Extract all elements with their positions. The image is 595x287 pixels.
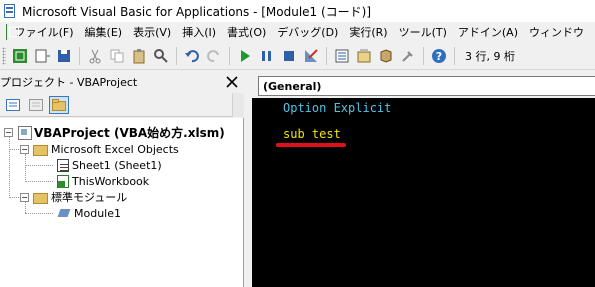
menu-edit[interactable]: 編集(E) xyxy=(85,24,123,40)
vbaproject-icon xyxy=(17,125,32,140)
module-icon xyxy=(57,207,71,219)
tree-node-thisworkbook[interactable]: ThisWorkbook xyxy=(57,173,149,189)
cursor-position: 3 行, 9 桁 xyxy=(465,49,515,63)
find-icon[interactable] xyxy=(152,47,170,65)
folder-icon xyxy=(33,144,48,156)
save-icon[interactable] xyxy=(55,47,73,65)
worksheet-icon xyxy=(57,158,69,172)
close-project-panel-button[interactable] xyxy=(222,73,242,91)
toolbar-grip[interactable] xyxy=(2,46,6,65)
toggle-folders-icon[interactable] xyxy=(49,95,69,114)
project-tree: − VBAProject (VBA始め方.xlsm) − Microsoft E… xyxy=(0,118,244,287)
menu-insert[interactable]: 挿入(I) xyxy=(182,24,216,40)
tree-node-excel-objects[interactable]: − Microsoft Excel Objects xyxy=(20,141,179,157)
toolbar-separator xyxy=(79,46,80,65)
toolbar-separator xyxy=(176,46,177,65)
menu-view[interactable]: 表示(V) xyxy=(133,24,171,40)
vba-app-icon[interactable] xyxy=(2,3,18,19)
run-icon[interactable] xyxy=(236,47,254,65)
standard-toolbar: ? 3 行, 9 桁 xyxy=(0,42,595,70)
object-combo[interactable]: (General) xyxy=(258,76,595,96)
object-combo-value: (General) xyxy=(263,79,322,93)
collapse-icon[interactable]: − xyxy=(20,144,29,154)
tree-label-thisworkbook: ThisWorkbook xyxy=(72,174,150,188)
paste-icon[interactable] xyxy=(130,47,148,65)
undo-icon[interactable] xyxy=(183,47,201,65)
menu-addins[interactable]: アドイン(A) xyxy=(458,24,518,40)
copy-icon[interactable] xyxy=(108,47,126,65)
panel-splitter[interactable] xyxy=(244,72,252,287)
code-window-header: (General) xyxy=(252,72,595,98)
menu-bar: ファイル(F) 編集(E) 表示(V) 挿入(I) 書式(O) デバッグ(D) … xyxy=(0,22,595,42)
project-panel-title: プロジェクト - VBAProject xyxy=(0,72,244,92)
tree-label-excel-objects: Microsoft Excel Objects xyxy=(51,142,179,156)
object-browser-icon[interactable] xyxy=(377,47,395,65)
project-panel-scrollbar[interactable] xyxy=(232,93,244,117)
properties-icon[interactable] xyxy=(355,47,373,65)
excel-view-icon[interactable] xyxy=(6,24,15,40)
tree-node-vbaproject[interactable]: − VBAProject (VBA始め方.xlsm) xyxy=(4,124,225,140)
collapse-icon[interactable]: − xyxy=(20,192,29,202)
svg-text:?: ? xyxy=(436,50,442,63)
project-panel-toolbar xyxy=(0,93,244,117)
project-explorer-icon[interactable] xyxy=(333,47,351,65)
tree-label-modules: 標準モジュール xyxy=(51,191,128,204)
annotation-underline xyxy=(276,143,346,147)
project-panel-title-text: プロジェクト - VBAProject xyxy=(0,76,138,89)
workbook-icon xyxy=(57,174,69,188)
toolbar-separator xyxy=(326,46,327,65)
tree-label-module1: Module1 xyxy=(74,206,121,220)
excel-view-icon[interactable] xyxy=(11,47,29,65)
toolbar-separator xyxy=(229,46,230,65)
view-object-icon[interactable] xyxy=(26,96,46,114)
toolbar-separator xyxy=(423,46,424,65)
code-editor[interactable]: Option Explicit sub test xyxy=(252,98,595,287)
code-line-1[interactable]: Option Explicit xyxy=(283,101,391,115)
tree-node-modules[interactable]: − 標準モジュール xyxy=(20,189,127,205)
tree-label-sheet1: Sheet1 (Sheet1) xyxy=(72,158,162,172)
break-icon[interactable] xyxy=(258,47,276,65)
toolbox-icon[interactable] xyxy=(399,47,417,65)
design-mode-icon[interactable] xyxy=(302,47,320,65)
insert-module-icon[interactable] xyxy=(33,47,51,65)
code-line-2[interactable]: sub test xyxy=(283,127,341,141)
menu-format[interactable]: 書式(O) xyxy=(227,24,266,40)
tree-node-sheet1[interactable]: Sheet1 (Sheet1) xyxy=(57,157,162,173)
reset-icon[interactable] xyxy=(280,47,298,65)
folder-icon xyxy=(33,192,48,204)
menu-file[interactable]: ファイル(F) xyxy=(15,24,74,40)
help-icon[interactable]: ? xyxy=(430,47,448,65)
menu-tools[interactable]: ツール(T) xyxy=(399,24,447,40)
title-bar: Microsoft Visual Basic for Applications … xyxy=(0,0,595,22)
toolbar-separator xyxy=(454,46,455,65)
tree-label-vbaproject: VBAProject (VBA始め方.xlsm) xyxy=(34,125,225,140)
menu-debug[interactable]: デバッグ(D) xyxy=(277,24,338,40)
menu-window[interactable]: ウィンドウ xyxy=(529,24,584,40)
cut-icon[interactable] xyxy=(86,47,104,65)
menu-run[interactable]: 実行(R) xyxy=(349,24,387,40)
collapse-icon[interactable]: − xyxy=(4,127,13,137)
tree-node-module1[interactable]: Module1 xyxy=(57,205,121,221)
redo-icon[interactable] xyxy=(205,47,223,65)
window-title: Microsoft Visual Basic for Applications … xyxy=(22,4,372,19)
view-code-icon[interactable] xyxy=(3,96,23,114)
